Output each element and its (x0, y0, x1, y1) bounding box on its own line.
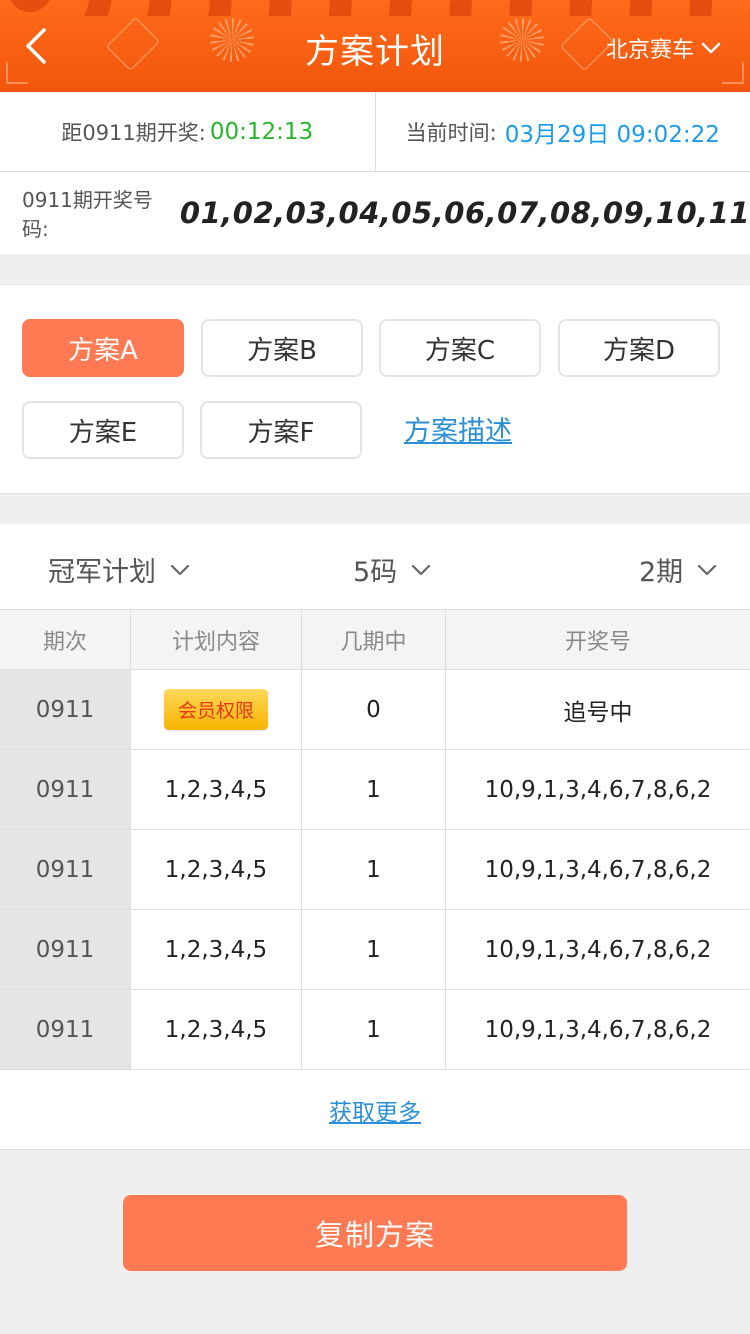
column-header-hit: 几期中 (302, 610, 446, 669)
vip-permission-badge[interactable]: 会员权限 (163, 689, 268, 730)
countdown-label: 距0911期开奖: (61, 120, 206, 145)
draw-result-row: 0911期开奖号码: 01,02,03,04,05,06,07,08,09,10… (0, 172, 750, 254)
plan-b-button[interactable]: 方案B (201, 319, 363, 377)
filter-bar: 冠军计划 5码 2期 (0, 524, 750, 610)
period-count-dropdown[interactable]: 2期 (639, 550, 719, 589)
chevron-down-icon (701, 42, 721, 54)
draw-result-numbers: 01,02,03,04,05,06,07,08,09,10,11 (179, 196, 750, 230)
plan-cell: 1,2,3,4,5 (131, 990, 302, 1069)
chevron-down-icon (698, 564, 717, 575)
copy-plan-button[interactable]: 复制方案 (123, 1195, 627, 1271)
current-time-label: 当前时间: (405, 120, 497, 145)
period-cell: 0911 (0, 670, 131, 749)
plan-description-link[interactable]: 方案描述 (404, 409, 512, 448)
plan-type-label: 冠军计划 (48, 557, 156, 588)
plan-e-button[interactable]: 方案E (22, 401, 184, 459)
countdown-cell: 距0911期开奖: 00:12:13 (0, 92, 375, 171)
plan-selector: 方案A 方案B 方案C 方案D 方案E 方案F 方案描述 (0, 284, 750, 494)
plan-a-button[interactable]: 方案A (22, 319, 184, 377)
draw-info-row: 距0911期开奖: 00:12:13 当前时间: 03月29日 09:02:22 (0, 92, 750, 172)
curtain-decoration (0, 0, 750, 16)
column-header-draw: 开奖号 (564, 629, 631, 655)
current-time-value: 03月29日 09:02:22 (504, 121, 720, 148)
load-more-row: 获取更多 (0, 1070, 750, 1150)
code-count-dropdown[interactable]: 5码 (353, 550, 433, 589)
hit-cell: 1 (302, 910, 446, 989)
plan-cell: 会员权限 (131, 670, 302, 749)
table-row: 0911 1,2,3,4,5 1 10,9,1,3,4,6,7,8,6,2 (0, 750, 750, 830)
draw-cell: 10,9,1,3,4,6,7,8,6,2 (484, 1016, 712, 1043)
plan-d-button[interactable]: 方案D (558, 319, 720, 377)
hit-cell: 1 (302, 990, 446, 1069)
plan-c-button[interactable]: 方案C (379, 319, 541, 377)
table-header-row: 期次 计划内容 几期中 开奖号 (0, 610, 750, 670)
period-cell: 0911 (0, 910, 131, 989)
period-cell: 0911 (0, 830, 131, 909)
hit-cell: 0 (302, 670, 446, 749)
plan-f-button[interactable]: 方案F (200, 401, 362, 459)
draw-cell: 10,9,1,3,4,6,7,8,6,2 (484, 936, 712, 963)
table-row: 0911 1,2,3,4,5 1 10,9,1,3,4,6,7,8,6,2 (0, 910, 750, 990)
column-header-plan: 计划内容 (131, 610, 302, 669)
period-cell: 0911 (0, 990, 131, 1069)
table-row: 0911 1,2,3,4,5 1 10,9,1,3,4,6,7,8,6,2 (0, 990, 750, 1070)
period-count-label: 2期 (639, 557, 684, 588)
column-header-period: 期次 (0, 610, 131, 669)
plan-table: 期次 计划内容 几期中 开奖号 0911 会员权限 0 追号中 0911 1,2… (0, 610, 750, 1070)
plan-type-dropdown[interactable]: 冠军计划 (48, 550, 192, 589)
current-time-cell: 当前时间: 03月29日 09:02:22 (374, 92, 750, 171)
plan-cell: 1,2,3,4,5 (131, 910, 302, 989)
period-cell: 0911 (0, 750, 131, 829)
hit-cell: 1 (302, 830, 446, 909)
draw-cell: 10,9,1,3,4,6,7,8,6,2 (484, 856, 712, 883)
load-more-link[interactable]: 获取更多 (329, 1093, 421, 1127)
region-label: 北京赛车 (605, 38, 694, 63)
draw-cell: 追号中 (563, 699, 633, 726)
chevron-down-icon (412, 564, 431, 575)
draw-cell: 10,9,1,3,4,6,7,8,6,2 (484, 776, 712, 803)
plan-cell: 1,2,3,4,5 (131, 750, 302, 829)
plan-cell: 1,2,3,4,5 (131, 830, 302, 909)
region-select[interactable]: 北京赛车 (606, 32, 722, 64)
countdown-value: 00:12:13 (209, 118, 314, 145)
app-header: 方案计划 北京赛车 (0, 0, 750, 92)
table-row: 0911 会员权限 0 追号中 (0, 670, 750, 750)
code-count-label: 5码 (353, 557, 398, 588)
chevron-down-icon (170, 564, 190, 575)
hit-cell: 1 (302, 750, 446, 829)
table-row: 0911 1,2,3,4,5 1 10,9,1,3,4,6,7,8,6,2 (0, 830, 750, 910)
draw-result-label: 0911期开奖号码: (22, 188, 153, 241)
